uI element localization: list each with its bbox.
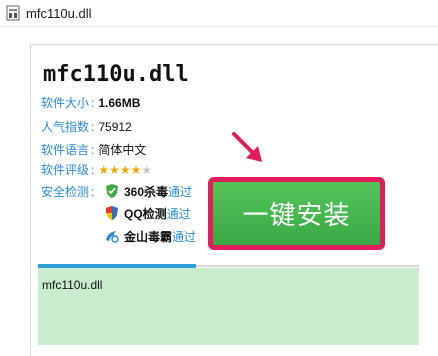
application-icon — [6, 5, 20, 21]
360-shield-icon — [106, 184, 118, 198]
install-button-highlight: 一键安装 — [208, 177, 385, 250]
tab-divider — [196, 265, 419, 267]
tab-content-text: mfc110u.dll — [42, 278, 103, 292]
window-title-bar: mfc110u.dll — [0, 0, 438, 27]
info-row-popularity: 人气指数:75912 — [41, 120, 132, 134]
popularity-value: 75912 — [98, 120, 132, 134]
info-row-security: 安全检测: — [41, 185, 95, 199]
size-value: 1.66MB — [98, 96, 141, 110]
star-filled-icon: ★ — [109, 163, 120, 177]
language-label: 软件语言 — [41, 143, 90, 157]
security-item-360: 360杀毒通过 — [104, 183, 192, 201]
security-status: 通过 — [168, 185, 193, 199]
rating-stars: ★★★★★ — [98, 163, 152, 177]
security-status: 通过 — [172, 230, 197, 244]
info-row-size: 软件大小:1.66MB — [41, 96, 141, 110]
info-row-rating: 软件评级: ★★★★★ — [41, 163, 153, 177]
rating-label: 软件评级 — [41, 163, 90, 177]
qq-shield-icon — [106, 206, 118, 220]
pointer-arrow-icon — [232, 132, 262, 162]
window-title: mfc110u.dll — [26, 6, 92, 21]
one-click-install-button[interactable]: 一键安装 — [213, 182, 380, 245]
security-item-jinshan: 金山毒霸通过 — [104, 228, 196, 246]
security-label: 安全检测 — [41, 185, 90, 199]
file-name-heading: mfc110u.dll — [43, 62, 189, 87]
security-status: 通过 — [166, 207, 191, 221]
info-row-language: 软件语言: 简体中文 — [41, 143, 147, 157]
jinshan-icon — [106, 231, 119, 243]
size-label: 软件大小 — [41, 96, 90, 110]
tab-content-panel: mfc110u.dll — [38, 268, 419, 345]
star-filled-icon: ★ — [98, 163, 110, 177]
language-value: 简体中文 — [98, 143, 147, 157]
security-item-qq: QQ检测通过 — [104, 205, 191, 223]
star-filled-icon: ★ — [119, 163, 131, 177]
star-filled-icon: ★ — [130, 163, 142, 177]
popularity-label: 人气指数 — [41, 120, 90, 134]
star-empty-icon: ★ — [141, 163, 153, 177]
